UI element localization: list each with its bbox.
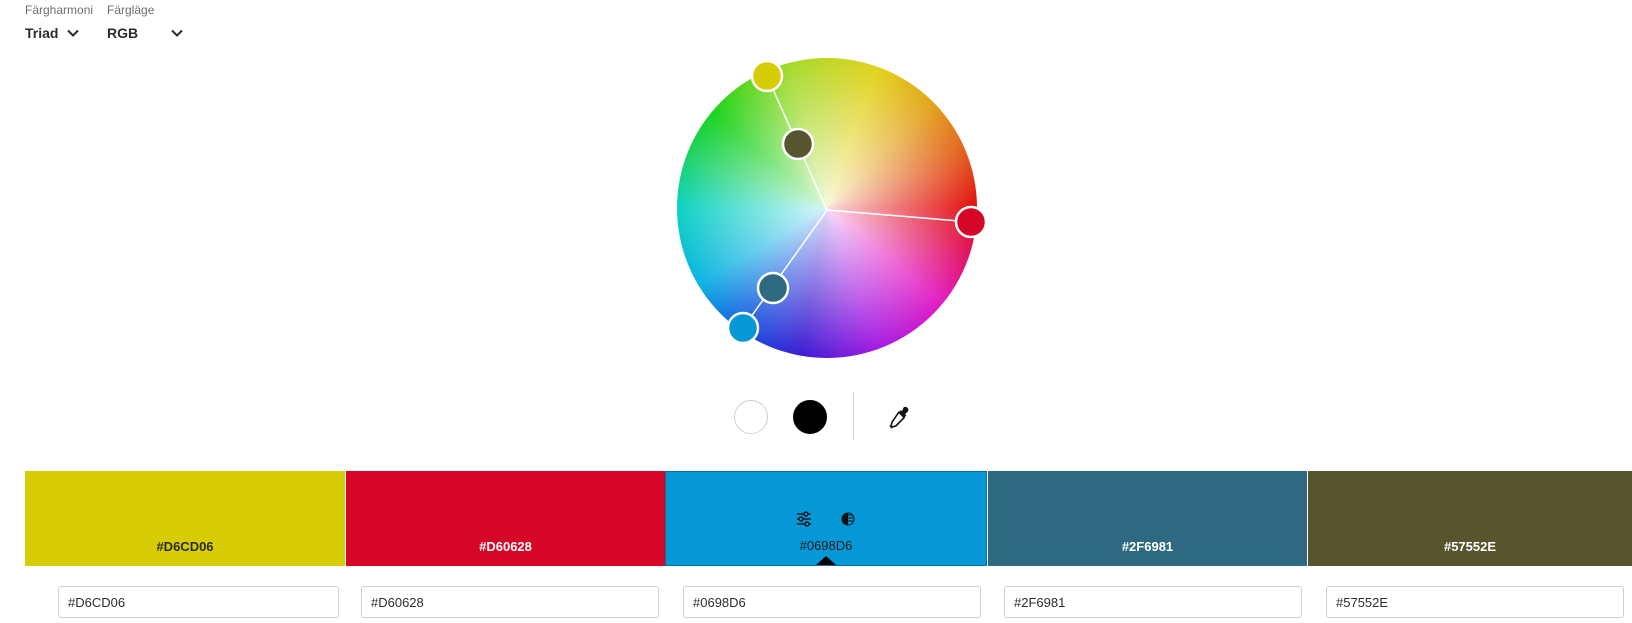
active-swatch-caret-icon (816, 556, 836, 565)
color-mode-value: RGB (107, 25, 139, 41)
handle-olive[interactable] (781, 127, 815, 161)
swatch-hex: #D6CD06 (156, 539, 214, 554)
chevron-down-icon (67, 29, 80, 37)
color-wheel[interactable] (677, 58, 988, 358)
handle-red[interactable] (954, 205, 988, 239)
swatch-4[interactable]: #2F6981 (988, 471, 1307, 566)
hex-input-5[interactable] (1326, 586, 1624, 618)
swatch-5[interactable]: #57552E (1308, 471, 1632, 566)
swatch-2[interactable]: #D60628 (346, 471, 665, 566)
chevron-down-icon (171, 29, 183, 37)
hex-input-4[interactable] (1004, 586, 1302, 618)
eyedropper-icon[interactable] (887, 404, 913, 430)
handle-yellow[interactable] (750, 59, 784, 93)
wheel-toolbar (0, 392, 1632, 442)
color-harmony-dropdown[interactable]: Triad (25, 25, 80, 41)
hex-input-3[interactable] (683, 586, 981, 618)
color-swatches: #D6CD06 #D60628 #0698D6 #2F6981 #57552E (25, 471, 1632, 566)
hex-input-2[interactable] (361, 586, 659, 618)
swatch-3[interactable]: #0698D6 (665, 471, 987, 566)
swatch-1[interactable]: #D6CD06 (25, 471, 345, 566)
swatch-hex: #D60628 (479, 539, 532, 554)
contrast-icon[interactable] (839, 510, 857, 528)
sliders-icon[interactable] (795, 510, 813, 528)
toolbar-divider (853, 392, 854, 440)
swatch-hex: #57552E (1443, 539, 1497, 554)
color-mode-label: Färgläge (107, 3, 155, 17)
color-harmony-value: Triad (25, 25, 59, 41)
swatch-hex: #2F6981 (1121, 539, 1174, 554)
harmony-line-blue (742, 209, 828, 329)
color-wheel-handles (726, 59, 988, 345)
black-circle-icon[interactable] (793, 400, 827, 434)
hex-input-1[interactable] (58, 586, 339, 618)
white-circle-icon[interactable] (734, 400, 768, 434)
harmony-line-red (826, 209, 972, 223)
handle-teal[interactable] (756, 271, 790, 305)
handle-blue[interactable] (726, 311, 760, 345)
color-mode-dropdown[interactable]: RGB (107, 25, 184, 41)
color-harmony-label: Färgharmoni (25, 3, 94, 17)
swatch-hex: #0698D6 (799, 538, 853, 553)
swatch-tools (666, 510, 986, 528)
